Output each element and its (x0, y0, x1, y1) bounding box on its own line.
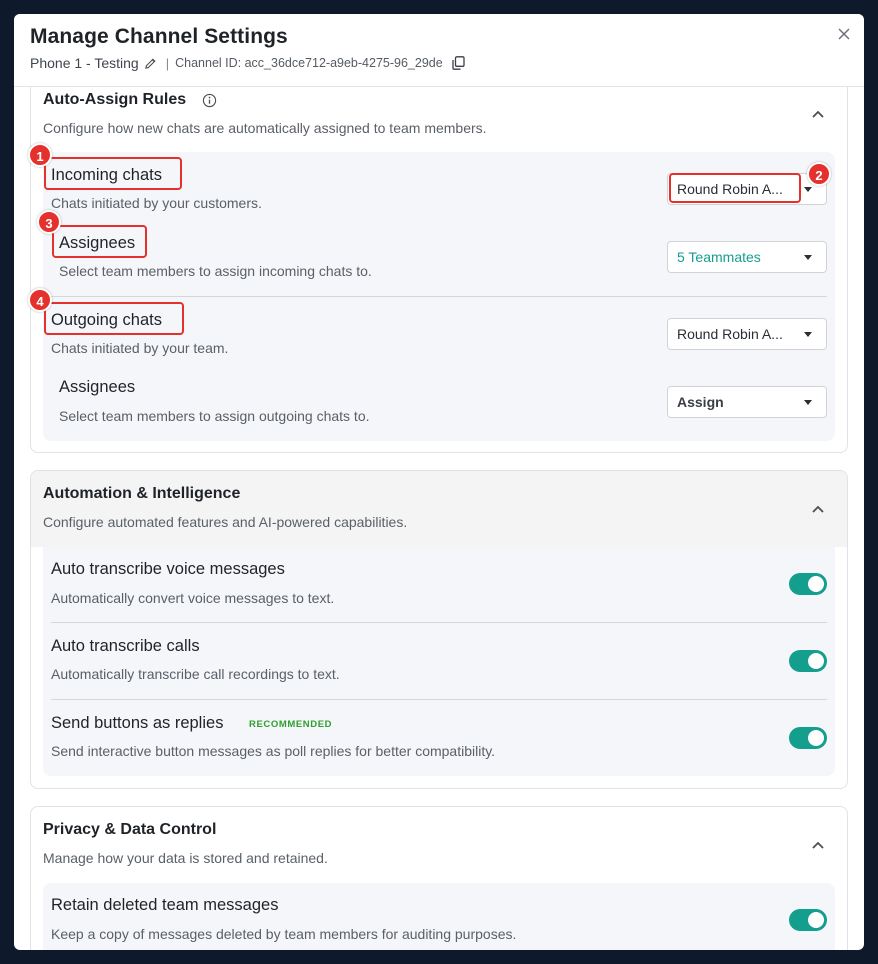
outgoing-chats-select[interactable]: Round Robin A... (667, 318, 827, 350)
privacy-panel: Retain deleted team messages Keep a copy… (43, 883, 835, 950)
modal-header: Manage Channel Settings Phone 1 - Testin… (14, 14, 864, 87)
incoming-assignees-select[interactable]: 5 Teammates (667, 241, 827, 273)
automation-section: Automation & Intelligence Configure auto… (30, 470, 848, 789)
toggle-knob (808, 912, 824, 928)
toggle-knob (808, 730, 824, 746)
divider (51, 699, 827, 700)
incoming-chats-desc: Chats initiated by your customers. (51, 195, 262, 211)
outgoing-assignees-select-value: Assign (677, 394, 724, 410)
caret-down-icon (804, 187, 812, 192)
phone-name: Phone 1 - Testing (30, 55, 139, 71)
send-buttons-desc: Send interactive button messages as poll… (51, 743, 496, 759)
outgoing-chats-desc: Chats initiated by your team. (51, 340, 229, 356)
highlight-outgoing-chats (44, 302, 184, 335)
auto-transcribe-voice-title: Auto transcribe voice messages (51, 560, 285, 578)
channel-id: Channel ID: acc_36dce712-a9eb-4275-96_29… (175, 56, 443, 70)
caret-down-icon (804, 332, 812, 337)
marker-4: 4 (28, 288, 52, 312)
divider (51, 622, 827, 623)
highlight-incoming-select (669, 173, 801, 203)
automation-title: Automation & Intelligence (43, 485, 241, 502)
retain-deleted-toggle[interactable] (789, 909, 827, 931)
send-buttons-title: Send buttons as replies (51, 714, 224, 732)
incoming-assignees-desc: Select team members to assign incoming c… (59, 263, 372, 279)
separator: | (165, 55, 170, 71)
retain-deleted-title: Retain deleted team messages (51, 896, 279, 914)
auto-transcribe-calls-desc: Automatically transcribe call recordings… (51, 666, 340, 682)
modal-title: Manage Channel Settings (30, 25, 288, 48)
channel-subline: Phone 1 - Testing | Channel ID: acc_36dc… (30, 54, 465, 72)
close-icon[interactable] (836, 26, 852, 42)
caret-down-icon (804, 400, 812, 405)
automation-header-bg (31, 471, 847, 547)
toggle-knob (808, 653, 824, 669)
recommended-badge: RECOMMENDED (249, 719, 333, 730)
outgoing-assignees-select[interactable]: Assign (667, 386, 827, 418)
chevron-up-icon[interactable] (811, 504, 825, 514)
auto-transcribe-calls-title: Auto transcribe calls (51, 637, 200, 655)
outgoing-assignees-desc: Select team members to assign outgoing c… (59, 408, 370, 424)
marker-3: 3 (37, 210, 61, 234)
marker-1: 1 (28, 143, 52, 167)
divider (51, 296, 827, 297)
auto-transcribe-voice-desc: Automatically convert voice messages to … (51, 590, 335, 606)
automation-panel: Auto transcribe voice messages Automatic… (43, 547, 835, 776)
highlight-incoming-chats (44, 157, 182, 190)
privacy-title: Privacy & Data Control (43, 821, 217, 838)
info-icon[interactable] (202, 93, 217, 108)
chevron-up-icon[interactable] (811, 840, 825, 850)
pencil-icon[interactable] (144, 57, 157, 70)
outgoing-chats-select-value: Round Robin A... (677, 326, 783, 342)
privacy-desc: Manage how your data is stored and retai… (43, 850, 328, 866)
auto-assign-section: Auto-Assign Rules Configure how new chat… (30, 87, 848, 453)
send-buttons-toggle[interactable] (789, 727, 827, 749)
highlight-assignees (52, 225, 147, 258)
caret-down-icon (804, 255, 812, 260)
toggle-knob (808, 576, 824, 592)
auto-transcribe-voice-toggle[interactable] (789, 573, 827, 595)
modal-content: Auto-Assign Rules Configure how new chat… (14, 87, 864, 950)
copy-icon[interactable] (452, 56, 465, 70)
marker-2: 2 (807, 162, 831, 186)
outgoing-assignees-title: Assignees (59, 378, 136, 396)
auto-assign-desc: Configure how new chats are automaticall… (43, 120, 487, 136)
chevron-up-icon[interactable] (811, 109, 825, 119)
channel-settings-modal: Manage Channel Settings Phone 1 - Testin… (14, 14, 864, 950)
incoming-assignees-select-value: 5 Teammates (677, 249, 761, 265)
auto-assign-title: Auto-Assign Rules (43, 91, 187, 108)
retain-deleted-desc: Keep a copy of messages deleted by team … (51, 926, 517, 942)
auto-transcribe-calls-toggle[interactable] (789, 650, 827, 672)
automation-desc: Configure automated features and AI-powe… (43, 514, 408, 530)
privacy-section: Privacy & Data Control Manage how your d… (30, 806, 848, 950)
